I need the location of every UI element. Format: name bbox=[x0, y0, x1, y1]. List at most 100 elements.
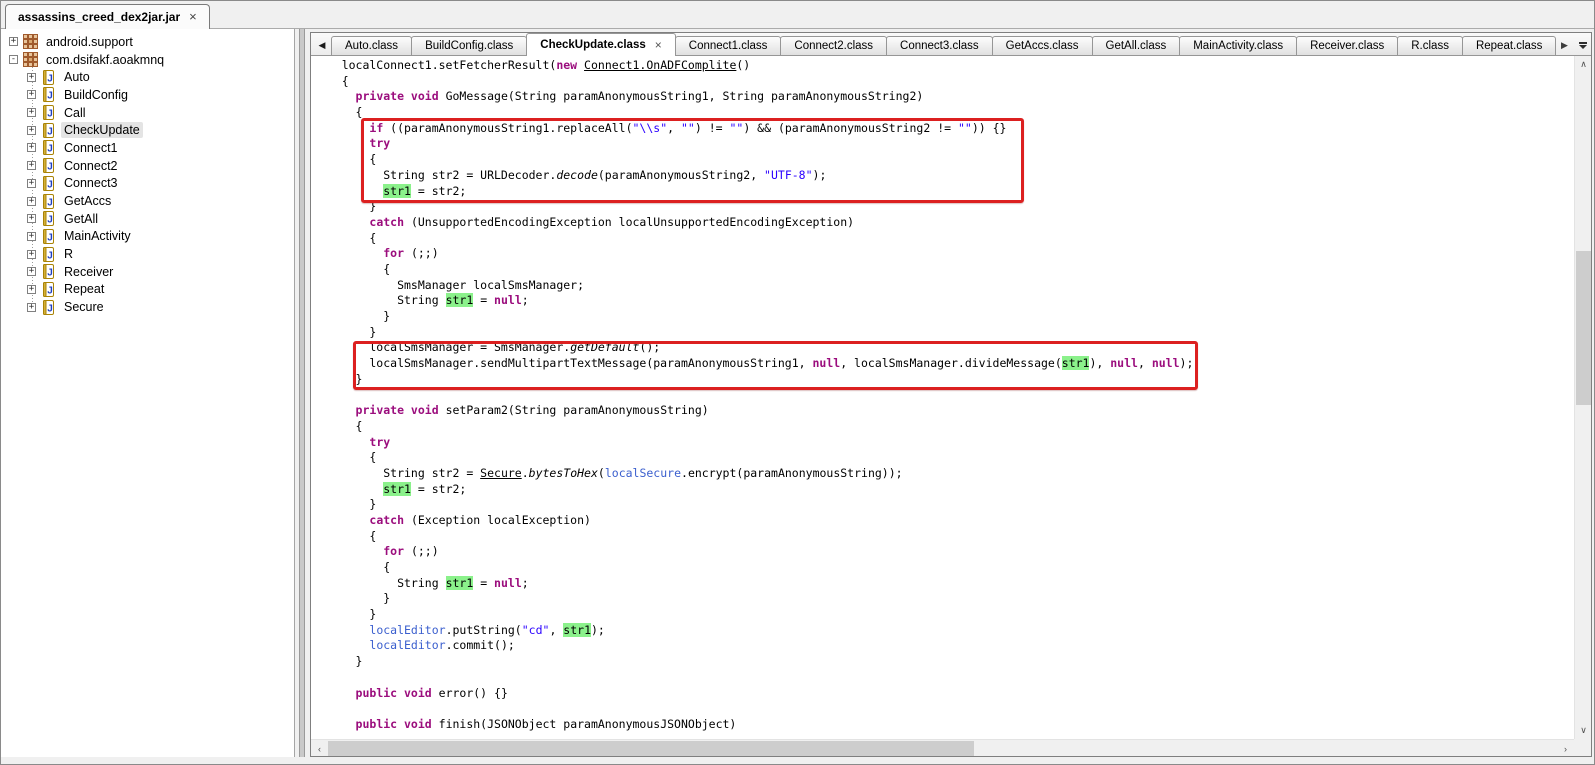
panel-splitter[interactable] bbox=[295, 29, 310, 757]
tree-item-getall[interactable]: + J GetAll bbox=[1, 210, 294, 228]
tree-item-label: GetAll bbox=[61, 211, 101, 227]
vertical-scrollbar[interactable]: ∧ ∨ bbox=[1574, 56, 1591, 739]
tree-item-label: com.dsifakf.aoakmnq bbox=[43, 52, 167, 68]
code-line: localEditor.putString("cd", str1); bbox=[314, 623, 1574, 639]
window-bottom-edge bbox=[1, 757, 1594, 765]
editor-tab-label: MainActivity.class bbox=[1193, 40, 1283, 52]
expand-icon[interactable]: + bbox=[27, 90, 36, 99]
scroll-up-icon[interactable]: ∧ bbox=[1575, 56, 1591, 73]
editor-tab-auto-class[interactable]: Auto.class bbox=[331, 36, 412, 55]
tree-item-receiver[interactable]: + J Receiver bbox=[1, 263, 294, 281]
editor-tab-repeat-class[interactable]: Repeat.class bbox=[1462, 36, 1556, 55]
svg-text:J: J bbox=[47, 197, 53, 208]
scroll-right-icon[interactable]: › bbox=[1557, 740, 1574, 756]
code-line: String str2 = Secure.bytesToHex(localSec… bbox=[314, 466, 1574, 482]
editor-tab-connect2-class[interactable]: Connect2.class bbox=[780, 36, 887, 55]
expand-icon[interactable]: + bbox=[27, 126, 36, 135]
expand-icon[interactable]: + bbox=[27, 161, 36, 170]
vertical-scrollbar-thumb[interactable] bbox=[1576, 251, 1591, 405]
editor-tab-label: Auto.class bbox=[345, 40, 398, 52]
code-line: } bbox=[314, 325, 1574, 341]
tree-item-secure[interactable]: + J Secure bbox=[1, 298, 294, 316]
java-class-icon: J bbox=[41, 70, 56, 85]
svg-text:J: J bbox=[47, 268, 53, 279]
expand-icon[interactable]: + bbox=[27, 179, 36, 188]
tree-item-r[interactable]: + J R bbox=[1, 245, 294, 263]
tree-item-label: Receiver bbox=[61, 264, 116, 280]
editor-tab-label: Connect2.class bbox=[794, 40, 873, 52]
package-icon bbox=[23, 34, 38, 49]
tree-item-getaccs[interactable]: + J GetAccs bbox=[1, 192, 294, 210]
tree-item-buildconfig[interactable]: + J BuildConfig bbox=[1, 86, 294, 104]
expand-icon[interactable]: + bbox=[27, 232, 36, 241]
editor-tab-buildconfig-class[interactable]: BuildConfig.class bbox=[411, 36, 527, 55]
tree-item-call[interactable]: + J Call bbox=[1, 104, 294, 122]
code-line: { bbox=[314, 152, 1574, 168]
expand-icon[interactable]: + bbox=[27, 267, 36, 276]
tab-scroll-right-button[interactable]: ▶ bbox=[1555, 35, 1573, 55]
tree-item-android-support[interactable]: + android.support bbox=[1, 33, 294, 51]
expand-icon[interactable]: + bbox=[27, 303, 36, 312]
editor-tab-label: Connect1.class bbox=[689, 40, 768, 52]
editor-tab-r-class[interactable]: R.class bbox=[1397, 36, 1463, 55]
expand-icon[interactable]: + bbox=[27, 108, 36, 117]
code-editor[interactable]: localConnect1.setFetcherResult(new Conne… bbox=[311, 56, 1574, 739]
expand-icon[interactable]: + bbox=[27, 197, 36, 206]
code-line: { bbox=[314, 74, 1574, 90]
java-class-icon: J bbox=[41, 140, 56, 155]
tree-item-connect1[interactable]: + J Connect1 bbox=[1, 139, 294, 157]
editor-tab-getaccs-class[interactable]: GetAccs.class bbox=[992, 36, 1093, 55]
code-line: private void GoMessage(String paramAnony… bbox=[314, 89, 1574, 105]
scroll-left-icon[interactable]: ‹ bbox=[311, 740, 328, 756]
horizontal-scrollbar-thumb[interactable] bbox=[328, 741, 974, 756]
expand-icon[interactable]: + bbox=[27, 143, 36, 152]
editor-tab-label: R.class bbox=[1411, 40, 1449, 52]
svg-text:J: J bbox=[47, 285, 53, 296]
code-line: localConnect1.setFetcherResult(new Conne… bbox=[314, 58, 1574, 74]
window-tab-jar[interactable]: assassins_creed_dex2jar.jar × bbox=[5, 4, 210, 29]
expand-icon[interactable]: + bbox=[27, 73, 36, 82]
package-tree-panel: + android.support- com.dsifakf.aoakmnq+ … bbox=[1, 29, 295, 757]
jd-gui-window: assassins_creed_dex2jar.jar × + android.… bbox=[0, 0, 1595, 765]
code-line: { bbox=[314, 419, 1574, 435]
collapse-icon[interactable]: - bbox=[9, 55, 18, 64]
tree-item-repeat[interactable]: + J Repeat bbox=[1, 281, 294, 299]
code-line: String str1 = null; bbox=[314, 576, 1574, 592]
code-line: catch (Exception localException) bbox=[314, 513, 1574, 529]
java-class-icon: J bbox=[41, 123, 56, 138]
tree-item-connect3[interactable]: + J Connect3 bbox=[1, 175, 294, 193]
code-line: String str2 = URLDecoder.decode(paramAno… bbox=[314, 168, 1574, 184]
editor-tab-bar: ◀ Auto.class BuildConfig.classCheckUpdate… bbox=[311, 33, 1591, 56]
tab-list-button[interactable] bbox=[1573, 35, 1593, 55]
window-tab-label: assassins_creed_dex2jar.jar bbox=[18, 10, 180, 24]
svg-text:J: J bbox=[47, 91, 53, 102]
expand-icon[interactable]: + bbox=[27, 214, 36, 223]
java-class-icon: J bbox=[41, 158, 56, 173]
tree-item-connect2[interactable]: + J Connect2 bbox=[1, 157, 294, 175]
editor-tab-getall-class[interactable]: GetAll.class bbox=[1092, 36, 1181, 55]
editor-tab-receiver-class[interactable]: Receiver.class bbox=[1296, 36, 1398, 55]
code-line: SmsManager localSmsManager; bbox=[314, 278, 1574, 294]
expand-icon[interactable]: + bbox=[9, 37, 18, 46]
java-class-icon: J bbox=[41, 264, 56, 279]
editor-tab-checkupdate-class[interactable]: CheckUpdate.class× bbox=[526, 33, 675, 56]
editor-tab-mainactivity-class[interactable]: MainActivity.class bbox=[1179, 36, 1297, 55]
tab-scroll-left-button[interactable]: ◀ bbox=[313, 35, 331, 55]
expand-icon[interactable]: + bbox=[27, 250, 36, 259]
horizontal-scrollbar[interactable]: ‹ › bbox=[311, 739, 1574, 756]
tree-item-com-dsifakf-aoakmnq[interactable]: - com.dsifakf.aoakmnq bbox=[1, 51, 294, 69]
expand-icon[interactable]: + bbox=[27, 285, 36, 294]
java-class-icon: J bbox=[41, 105, 56, 120]
code-line bbox=[314, 387, 1574, 403]
code-line: } bbox=[314, 497, 1574, 513]
tree-item-auto[interactable]: + J Auto bbox=[1, 68, 294, 86]
editor-tab-connect3-class[interactable]: Connect3.class bbox=[886, 36, 993, 55]
package-icon bbox=[23, 52, 38, 67]
close-icon[interactable]: × bbox=[655, 40, 662, 50]
java-class-icon: J bbox=[41, 247, 56, 262]
tree-item-mainactivity[interactable]: + J MainActivity bbox=[1, 228, 294, 246]
close-icon[interactable]: × bbox=[189, 12, 197, 22]
tree-item-checkupdate[interactable]: + J CheckUpdate bbox=[1, 121, 294, 139]
editor-tab-connect1-class[interactable]: Connect1.class bbox=[675, 36, 782, 55]
scroll-down-icon[interactable]: ∨ bbox=[1575, 722, 1591, 739]
